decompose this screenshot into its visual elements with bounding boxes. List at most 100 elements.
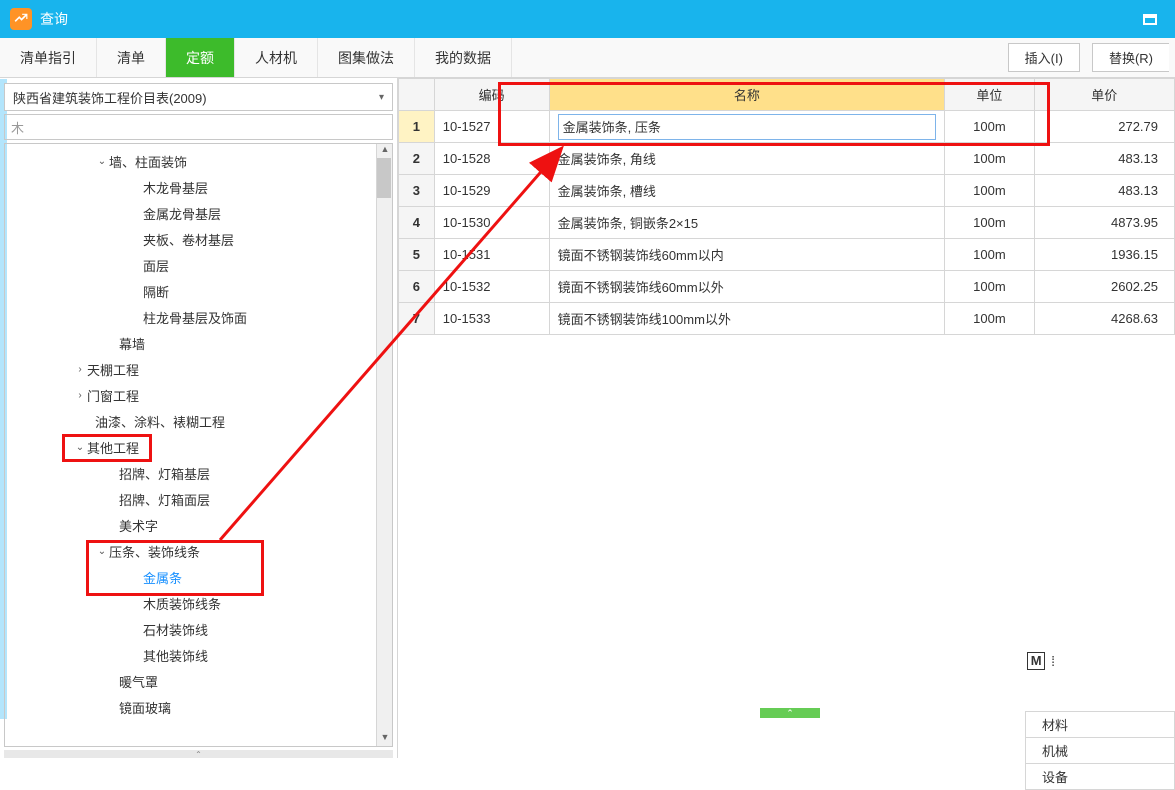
catalog-dropdown[interactable]: 陕西省建筑装饰工程价目表(2009) ▾ — [4, 83, 393, 111]
mode-m-icon[interactable]: M — [1027, 652, 1045, 670]
tree-scrollbar[interactable]: ▲ ▼ — [376, 144, 392, 746]
cell-code[interactable]: 10-1529 — [434, 175, 549, 207]
tree-node-paint[interactable]: 油漆、涂料、裱糊工程 — [5, 408, 392, 434]
table-row[interactable]: 6 10-1532 镜面不锈钢装饰线60mm以外 100m 2602.25 — [399, 271, 1175, 303]
tab-list[interactable]: 清单 — [97, 38, 166, 77]
cell-price[interactable]: 483.13 — [1034, 143, 1174, 175]
name-input[interactable]: 金属装饰条, 压条 — [558, 114, 937, 140]
cell-code[interactable]: 10-1533 — [434, 303, 549, 335]
unit-header[interactable]: 单位 — [945, 79, 1034, 111]
cell-name[interactable]: 金属装饰条, 压条 — [549, 111, 945, 143]
tab-mydata[interactable]: 我的数据 — [415, 38, 512, 77]
cell-code[interactable]: 10-1527 — [434, 111, 549, 143]
tree-node[interactable]: 木质装饰线条 — [5, 590, 392, 616]
tab-quota[interactable]: 定额 — [166, 38, 235, 77]
tree-node[interactable]: 木龙骨基层 — [5, 174, 392, 200]
tree-node[interactable]: 柱龙骨基层及饰面 — [5, 304, 392, 330]
tree-node-door[interactable]: ›门窗工程 — [5, 382, 392, 408]
cell-unit[interactable]: 100m — [945, 143, 1034, 175]
restore-icon[interactable] — [1135, 9, 1165, 29]
cell-name[interactable]: 镜面不锈钢装饰线100mm以外 — [549, 303, 945, 335]
tree-node-strip[interactable]: ⌄压条、装饰线条 — [5, 538, 392, 564]
table-row[interactable]: 7 10-1533 镜面不锈钢装饰线100mm以外 100m 4268.63 — [399, 303, 1175, 335]
row-number: 4 — [399, 207, 435, 239]
cell-price[interactable]: 4873.95 — [1034, 207, 1174, 239]
chevron-right-icon: › — [73, 390, 87, 401]
cell-price[interactable]: 1936.15 — [1034, 239, 1174, 271]
search-input[interactable]: 木 — [4, 114, 393, 140]
insert-button[interactable]: 插入(I) — [1008, 43, 1080, 72]
tab-resource[interactable]: 人材机 — [235, 38, 318, 77]
cell-name[interactable]: 金属装饰条, 角线 — [549, 143, 945, 175]
panel-collapse-handle[interactable]: ⌃ — [4, 750, 393, 758]
cell-code[interactable]: 10-1532 — [434, 271, 549, 303]
bottom-panel: 材料 机械 设备 — [1025, 711, 1175, 790]
cell-code[interactable]: 10-1531 — [434, 239, 549, 271]
table-row[interactable]: 5 10-1531 镜面不锈钢装饰线60mm以内 100m 1936.15 — [399, 239, 1175, 271]
app-icon — [10, 8, 32, 30]
mode-dots-icon[interactable]: ⁞ — [1051, 653, 1055, 669]
cell-price[interactable]: 272.79 — [1034, 111, 1174, 143]
tree-node-wall[interactable]: ⌄墙、柱面装饰 — [5, 148, 392, 174]
tab-row: 清单指引 清单 定额 人材机 图集做法 我的数据 插入(I) 替换(R) — [0, 38, 1175, 78]
tree-node[interactable]: 招牌、灯箱基层 — [5, 460, 392, 486]
tab-atlas[interactable]: 图集做法 — [318, 38, 415, 77]
code-header[interactable]: 编码 — [434, 79, 549, 111]
cell-code[interactable]: 10-1530 — [434, 207, 549, 239]
tree-node-gold[interactable]: 金属条 — [5, 564, 392, 590]
cell-unit[interactable]: 100m — [945, 239, 1034, 271]
table-row[interactable]: 4 10-1530 金属装饰条, 铜嵌条2×15 100m 4873.95 — [399, 207, 1175, 239]
tree-container: ⌄墙、柱面装饰 木龙骨基层 金属龙骨基层 夹板、卷材基层 面层 隔断 柱龙骨基层… — [4, 143, 393, 747]
cell-unit[interactable]: 100m — [945, 303, 1034, 335]
tree-node[interactable]: 幕墙 — [5, 330, 392, 356]
table-row[interactable]: 1 10-1527 金属装饰条, 压条 100m 272.79 — [399, 111, 1175, 143]
window-title: 查询 — [40, 9, 1135, 29]
category-tree[interactable]: ⌄墙、柱面装饰 木龙骨基层 金属龙骨基层 夹板、卷材基层 面层 隔断 柱龙骨基层… — [5, 144, 392, 746]
table-row[interactable]: 3 10-1529 金属装饰条, 槽线 100m 483.13 — [399, 175, 1175, 207]
bottom-row-machine[interactable]: 机械 — [1026, 738, 1175, 764]
tree-node[interactable]: 招牌、灯箱面层 — [5, 486, 392, 512]
scroll-down-icon[interactable]: ▼ — [378, 732, 392, 746]
cell-unit[interactable]: 100m — [945, 207, 1034, 239]
bottom-row-equip[interactable]: 设备 — [1026, 764, 1175, 790]
tree-node[interactable]: 石材装饰线 — [5, 616, 392, 642]
scroll-up-icon[interactable]: ▲ — [378, 144, 392, 158]
row-number: 7 — [399, 303, 435, 335]
tree-node[interactable]: 暖气罩 — [5, 668, 392, 694]
tree-node[interactable]: 金属龙骨基层 — [5, 200, 392, 226]
bottom-row-material[interactable]: 材料 — [1026, 712, 1175, 738]
row-number: 5 — [399, 239, 435, 271]
chevron-right-icon: › — [73, 364, 87, 375]
chevron-down-icon: ▾ — [379, 92, 384, 103]
tree-node-ceiling[interactable]: ›天棚工程 — [5, 356, 392, 382]
cell-price[interactable]: 483.13 — [1034, 175, 1174, 207]
bottom-collapse-handle[interactable]: ⌃ — [760, 708, 820, 718]
cell-price[interactable]: 4268.63 — [1034, 303, 1174, 335]
tree-node[interactable]: 面层 — [5, 252, 392, 278]
cell-name[interactable]: 镜面不锈钢装饰线60mm以内 — [549, 239, 945, 271]
cell-name[interactable]: 镜面不锈钢装饰线60mm以外 — [549, 271, 945, 303]
tab-guide[interactable]: 清单指引 — [0, 38, 97, 77]
tree-node[interactable]: 镜面玻璃 — [5, 694, 392, 720]
cell-price[interactable]: 2602.25 — [1034, 271, 1174, 303]
scroll-thumb[interactable] — [377, 158, 391, 198]
price-header[interactable]: 单价 — [1034, 79, 1174, 111]
chevron-down-icon: ⌄ — [95, 156, 109, 167]
row-number: 2 — [399, 143, 435, 175]
cell-name[interactable]: 金属装饰条, 槽线 — [549, 175, 945, 207]
tree-node-other[interactable]: ⌄其他工程 — [5, 434, 392, 460]
cell-unit[interactable]: 100m — [945, 271, 1034, 303]
tree-node[interactable]: 美术字 — [5, 512, 392, 538]
replace-button[interactable]: 替换(R) — [1092, 43, 1169, 72]
cell-unit[interactable]: 100m — [945, 175, 1034, 207]
name-header[interactable]: 名称 — [549, 79, 945, 111]
tree-node[interactable]: 隔断 — [5, 278, 392, 304]
cell-unit[interactable]: 100m — [945, 111, 1034, 143]
cell-code[interactable]: 10-1528 — [434, 143, 549, 175]
table-row[interactable]: 2 10-1528 金属装饰条, 角线 100m 483.13 — [399, 143, 1175, 175]
tree-node[interactable]: 夹板、卷材基层 — [5, 226, 392, 252]
tree-node[interactable]: 其他装饰线 — [5, 642, 392, 668]
left-panel: 陕西省建筑装饰工程价目表(2009) ▾ 木 ⌄墙、柱面装饰 木龙骨基层 金属龙… — [0, 78, 398, 758]
cell-name[interactable]: 金属装饰条, 铜嵌条2×15 — [549, 207, 945, 239]
mode-indicator: M ⁞ — [1027, 652, 1055, 670]
